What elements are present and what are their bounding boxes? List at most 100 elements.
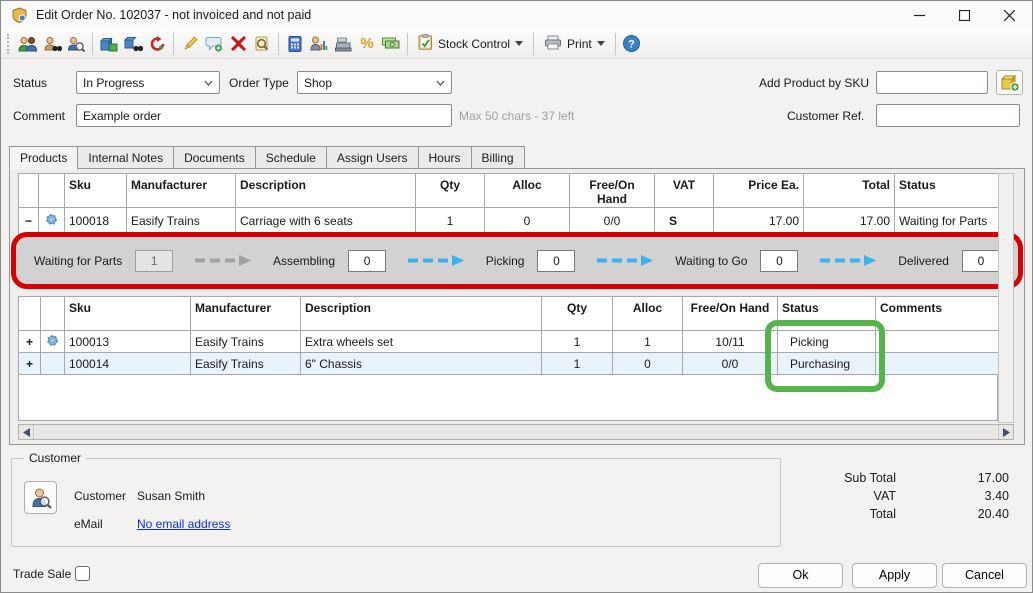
status-value: In Progress bbox=[83, 76, 204, 90]
tab-hours[interactable]: Hours bbox=[418, 146, 472, 169]
tab-products[interactable]: Products bbox=[9, 146, 78, 170]
discount-icon[interactable]: % bbox=[355, 32, 379, 56]
customers-icon[interactable] bbox=[16, 32, 40, 56]
cell-description[interactable]: Carriage with 6 seats bbox=[236, 207, 416, 234]
stage-count-input[interactable]: 0 bbox=[537, 250, 575, 272]
cell-qty[interactable]: 1 bbox=[542, 353, 613, 375]
apply-button[interactable]: Apply bbox=[852, 563, 937, 588]
maximize-button[interactable] bbox=[942, 1, 987, 29]
comment-input[interactable] bbox=[76, 104, 452, 127]
calculator-icon[interactable] bbox=[283, 32, 307, 56]
add-product-button[interactable] bbox=[996, 70, 1023, 95]
trade-sale-checkbox[interactable] bbox=[75, 566, 90, 581]
scroll-left-icon[interactable] bbox=[19, 425, 34, 439]
products-panel: Sku Manufacturer Description Qty Alloc F… bbox=[9, 168, 1025, 445]
comment-label: Comment bbox=[13, 109, 65, 123]
money-icon[interactable] bbox=[379, 32, 403, 56]
stock-control-label: Stock Control bbox=[438, 37, 510, 51]
stage-count-input[interactable]: 1 bbox=[135, 250, 173, 272]
cell-description[interactable]: 6" Chassis bbox=[301, 353, 542, 375]
stage-count-input[interactable]: 0 bbox=[962, 250, 1000, 272]
table-row[interactable]: + 100013 Easify Trains Extra wheels set … bbox=[19, 331, 999, 353]
workflow-arrow-icon bbox=[408, 255, 464, 266]
order-type-select[interactable]: Shop bbox=[297, 71, 452, 94]
gear-icon[interactable] bbox=[41, 331, 65, 353]
cell-manufacturer[interactable]: Easify Trains bbox=[191, 331, 301, 353]
cell-sku[interactable]: 100014 bbox=[65, 353, 191, 375]
cell-status[interactable]: Picking bbox=[778, 331, 876, 353]
expand-toggle[interactable]: + bbox=[19, 353, 41, 375]
scroll-right-icon[interactable] bbox=[998, 425, 1013, 439]
products-icon[interactable] bbox=[97, 32, 121, 56]
cell-vat[interactable]: S bbox=[655, 207, 714, 234]
customer-search-icon[interactable] bbox=[64, 32, 88, 56]
col-status: Status bbox=[895, 174, 999, 208]
status-select[interactable]: In Progress bbox=[76, 71, 220, 94]
customer-ref-input[interactable] bbox=[876, 104, 1020, 127]
tab-billing[interactable]: Billing bbox=[471, 146, 525, 169]
cell-qty[interactable]: 1 bbox=[542, 331, 613, 353]
stage-count-input[interactable]: 0 bbox=[348, 250, 386, 272]
cell-free-on-hand[interactable]: 0/0 bbox=[683, 353, 778, 375]
cell-description[interactable]: Extra wheels set bbox=[301, 331, 542, 353]
tab-schedule[interactable]: Schedule bbox=[255, 146, 327, 169]
cancel-button[interactable]: Cancel bbox=[942, 563, 1027, 588]
expand-toggle[interactable]: + bbox=[19, 331, 41, 353]
sub-total-value: 17.00 bbox=[896, 471, 1009, 485]
cell-alloc[interactable]: 0 bbox=[485, 207, 570, 234]
table-row[interactable]: + 100014 Easify Trains 6" Chassis 1 0 0/… bbox=[19, 353, 999, 375]
ok-button[interactable]: Ok bbox=[758, 563, 843, 588]
stage-count-input[interactable]: 0 bbox=[760, 250, 798, 272]
customer-stats-icon[interactable] bbox=[307, 32, 331, 56]
col-qty: Qty bbox=[416, 174, 485, 208]
help-icon[interactable]: ? bbox=[620, 32, 644, 56]
cell-price-ea[interactable]: 17.00 bbox=[714, 207, 804, 234]
cell-sku[interactable]: 100013 bbox=[65, 331, 191, 353]
close-button[interactable] bbox=[987, 1, 1032, 29]
tab-documents[interactable]: Documents bbox=[173, 146, 256, 169]
order-type-value: Shop bbox=[304, 76, 436, 90]
delete-icon[interactable] bbox=[226, 32, 250, 56]
add-sku-input[interactable] bbox=[876, 71, 988, 94]
print-button[interactable]: Print bbox=[538, 32, 611, 56]
stage-label: Picking bbox=[486, 254, 525, 268]
cell-free-on-hand[interactable]: 10/11 bbox=[683, 331, 778, 353]
find-customer-button[interactable] bbox=[24, 481, 57, 514]
gear-icon[interactable] bbox=[39, 207, 65, 234]
collapse-toggle[interactable]: − bbox=[19, 207, 39, 234]
chevron-down-icon bbox=[436, 80, 445, 86]
refresh-icon[interactable] bbox=[145, 32, 169, 56]
email-link[interactable]: No email address bbox=[137, 517, 230, 531]
table-row[interactable]: − 100018 Easify Trains Carriage with 6 s… bbox=[19, 207, 999, 234]
titlebar: Edit Order No. 102037 - not invoiced and… bbox=[1, 1, 1032, 29]
workflow-stage: Waiting to Go 0 bbox=[675, 250, 798, 272]
tab-assign-users[interactable]: Assign Users bbox=[326, 146, 419, 169]
stock-control-button[interactable]: Stock Control bbox=[412, 32, 529, 56]
cell-sku[interactable]: 100018 bbox=[65, 207, 127, 234]
cell-comments[interactable] bbox=[876, 331, 999, 353]
workflow-status-bar: Waiting for Parts 1 Assembling 0 Picking… bbox=[11, 232, 1023, 289]
find-customer-icon[interactable] bbox=[40, 32, 64, 56]
cell-status[interactable]: Waiting for Parts bbox=[895, 207, 999, 234]
add-comment-icon[interactable] bbox=[202, 32, 226, 56]
toolbar: % Stock Control Print ? bbox=[1, 29, 1032, 59]
vertical-scrollbar[interactable] bbox=[998, 173, 1014, 423]
cell-alloc[interactable]: 1 bbox=[613, 331, 683, 353]
tab-internal-notes[interactable]: Internal Notes bbox=[77, 146, 174, 169]
cell-manufacturer[interactable]: Easify Trains bbox=[191, 353, 301, 375]
till-icon[interactable] bbox=[331, 32, 355, 56]
edit-icon[interactable] bbox=[178, 32, 202, 56]
toolbar-grip[interactable] bbox=[7, 34, 10, 54]
cell-total[interactable]: 17.00 bbox=[804, 207, 895, 234]
child-items-area: Sku Manufacturer Description Qty Alloc F… bbox=[18, 296, 998, 421]
cell-qty[interactable]: 1 bbox=[416, 207, 485, 234]
cell-comments[interactable] bbox=[876, 353, 999, 375]
minimize-button[interactable] bbox=[897, 1, 942, 29]
cell-manufacturer[interactable]: Easify Trains bbox=[127, 207, 236, 234]
cell-free-on-hand[interactable]: 0/0 bbox=[570, 207, 655, 234]
cell-alloc[interactable]: 0 bbox=[613, 353, 683, 375]
horizontal-scrollbar[interactable] bbox=[18, 424, 1014, 440]
preview-icon[interactable] bbox=[250, 32, 274, 56]
cell-status[interactable]: Purchasing bbox=[778, 353, 876, 375]
find-product-icon[interactable] bbox=[121, 32, 145, 56]
